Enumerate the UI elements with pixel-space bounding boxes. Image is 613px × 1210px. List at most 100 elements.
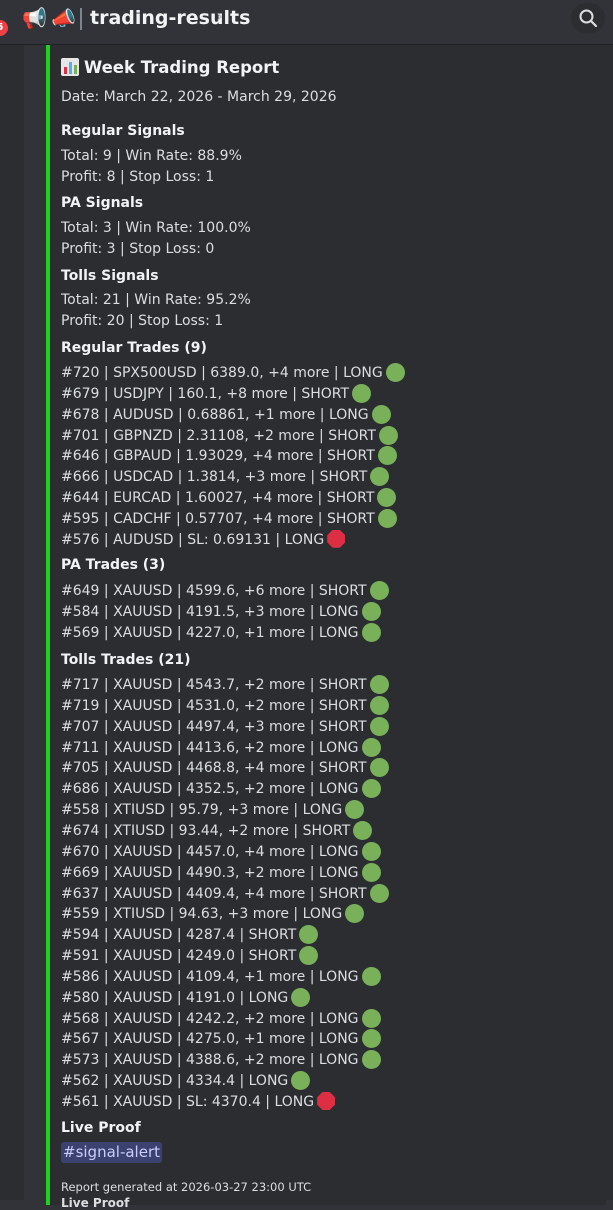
scrollbar[interactable] [606,45,613,1200]
trade-row: #561 | XAUUSD | SL: 4370.4 | LONG [61,1092,336,1112]
trade-text: #576 | AUDUSD | SL: 0.69131 | LONG [61,531,325,548]
report-embed: Week Trading Report Date: March 22, 2026… [46,45,606,1210]
green-circle-icon [361,622,381,642]
green-circle-icon [370,467,390,487]
green-circle-icon [361,966,381,986]
trade-row: #649 | XAUUSD | 4599.6, +6 more | SHORT [61,581,389,601]
trade-text: #720 | SPX500USD | 6389.0, +4 more | LON… [61,365,383,381]
trade-row: #674 | XTIUSD | 93.44, +2 more | SHORT [61,820,373,841]
green-circle-icon [361,1029,381,1049]
trade-row: #678 | AUDUSD | 0.68861, +1 more | LONG [61,404,391,425]
green-circle-icon [377,446,397,466]
trade-row: #576 | AUDUSD | SL: 0.69131 | LONG [61,529,346,550]
trade-text: #646 | GBPAUD | 1.93029, +4 more | SHORT [61,448,375,465]
trade-row: #646 | GBPAUD | 1.93029, +4 more | SHORT [61,446,397,466]
trade-row: #562 | XAUUSD | 4334.4 | LONG [61,1071,311,1091]
trade-row: #711 | XAUUSD | 4413.6, +2 more | LONG [61,737,381,758]
green-circle-icon [377,488,397,508]
green-circle-icon [377,508,397,528]
trade-text: #669 | XAUUSD | 4490.3, +2 more | LONG [61,864,359,881]
trade-text: #670 | XAUUSD | 4457.0, +4 more | LONG [61,843,359,860]
stop-sign-icon [317,1092,336,1110]
green-circle-icon [385,363,405,382]
green-circle-icon [352,383,372,403]
green-circle-icon [361,862,381,882]
trade-text: #568 | XAUUSD | 4242.2, +2 more | LONG [61,1010,359,1027]
next-message-cut: Live Proof [61,1196,130,1210]
trade-row: #679 | USDJPY | 160.1, +8 more | SHORT [61,383,372,404]
green-circle-icon [361,841,381,861]
trade-text: #711 | XAUUSD | 4413.6, +2 more | LONG [61,739,359,756]
trade-text: #562 | XAUUSD | 4334.4 | LONG [61,1073,289,1090]
trade-text: #594 | XAUUSD | 4287.4 | SHORT [61,927,297,944]
green-circle-icon [299,946,319,966]
trade-text: #580 | XAUUSD | 4191.0 | LONG [61,989,289,1006]
trade-text: #558 | XTIUSD | 95.79, +3 more | LONG [61,802,343,819]
pa-signals-totals: Total: 3 | Win Rate: 100.0% [61,220,251,236]
trade-row: #669 | XAUUSD | 4490.3, +2 more | LONG [61,862,381,883]
bar-chart-icon [61,58,79,76]
search-icon [579,9,598,28]
trade-text: #719 | XAUUSD | 4531.0, +2 more | SHORT [61,697,367,714]
green-circle-icon [369,675,389,694]
green-circle-icon [369,883,389,903]
regular-signals-totals: Total: 9 | Win Rate: 88.9% [61,148,242,164]
trade-text: #649 | XAUUSD | 4599.6, +6 more | SHORT [61,583,367,599]
trade-text: #586 | XAUUSD | 4109.4, +1 more | LONG [61,968,359,985]
trade-row: #586 | XAUUSD | 4109.4, +1 more | LONG [61,966,381,987]
green-circle-icon [345,904,365,924]
trade-text: #678 | AUDUSD | 0.68861, +1 more | LONG [61,406,369,423]
green-circle-icon [299,925,319,945]
trade-row: #720 | SPX500USD | 6389.0, +4 more | LON… [61,363,405,383]
trade-row: #686 | XAUUSD | 4352.5, +2 more | LONG [61,779,381,799]
search-button[interactable] [571,3,605,33]
trade-text: #644 | EURCAD | 1.60027, +4 more | SHORT [61,490,375,507]
trade-text: #666 | USDCAD | 1.3814, +3 more | SHORT [61,469,368,486]
chevron-right-icon[interactable]: › [216,5,223,29]
regular-trades-heading: Regular Trades (9) [61,340,207,356]
trade-row: #573 | XAUUSD | 4388.6, +2 more | LONG [61,1050,381,1070]
tolls-trades-heading: Tolls Trades (21) [61,652,191,668]
trade-row: #719 | XAUUSD | 4531.0, +2 more | SHORT [61,695,389,716]
trade-row: #558 | XTIUSD | 95.79, +3 more | LONG [61,800,365,820]
trade-text: #705 | XAUUSD | 4468.8, +4 more | SHORT [61,760,367,777]
trade-row: #559 | XTIUSD | 94.63, +3 more | LONG [61,904,365,924]
channel-header: 5 📢 📣 trading-results › [0,0,613,45]
green-circle-icon [369,695,389,715]
green-circle-icon [353,820,373,840]
tolls-signals-heading: Tolls Signals [61,268,159,284]
embed-accent-bar [46,45,50,1205]
embed-title: Week Trading Report [61,57,279,79]
report-date: Date: March 22, 2026 - March 29, 2026 [61,89,337,105]
trade-row: #670 | XAUUSD | 4457.0, +4 more | LONG [61,841,381,862]
trade-text: #584 | XAUUSD | 4191.5, +3 more | LONG [61,603,359,620]
trade-row: #591 | XAUUSD | 4249.0 | SHORT [61,946,319,966]
trade-text: #569 | XAUUSD | 4227.0, +1 more | LONG [61,624,359,641]
green-circle-icon [369,758,389,778]
green-circle-icon [361,737,381,757]
stop-sign-icon [327,529,346,548]
trade-text: #561 | XAUUSD | SL: 4370.4 | LONG [61,1094,315,1110]
trade-row: #569 | XAUUSD | 4227.0, +1 more | LONG [61,622,381,643]
trade-text: #637 | XAUUSD | 4409.4, +4 more | SHORT [61,885,367,902]
trade-text: #591 | XAUUSD | 4249.0 | SHORT [61,948,297,965]
green-circle-icon [369,716,389,736]
channel-name[interactable]: trading-results [90,6,250,30]
trade-row: #568 | XAUUSD | 4242.2, +2 more | LONG [61,1008,381,1029]
trade-row: #595 | CADCHF | 0.57707, +4 more | SHORT [61,508,397,529]
green-circle-icon [369,581,389,600]
trade-row: #594 | XAUUSD | 4287.4 | SHORT [61,925,319,945]
channel-mention-link[interactable]: #signal-alert [61,1142,162,1163]
trade-text: #686 | XAUUSD | 4352.5, +2 more | LONG [61,781,359,798]
green-circle-icon [361,779,381,799]
megaphone-icon: 📢 [22,6,47,30]
trade-row: #707 | XAUUSD | 4497.4, +3 more | SHORT [61,716,389,737]
trade-row: #705 | XAUUSD | 4468.8, +4 more | SHORT [61,758,389,778]
loudspeaker-icon: 📣 [51,6,76,30]
green-circle-icon [361,1008,381,1028]
trade-text: #717 | XAUUSD | 4543.7, +2 more | SHORT [61,677,367,693]
report-title: Week Trading Report [84,58,280,77]
trade-row: #567 | XAUUSD | 4275.0, +1 more | LONG [61,1029,381,1049]
trade-row: #580 | XAUUSD | 4191.0 | LONG [61,987,311,1008]
regular-signals-heading: Regular Signals [61,123,185,139]
